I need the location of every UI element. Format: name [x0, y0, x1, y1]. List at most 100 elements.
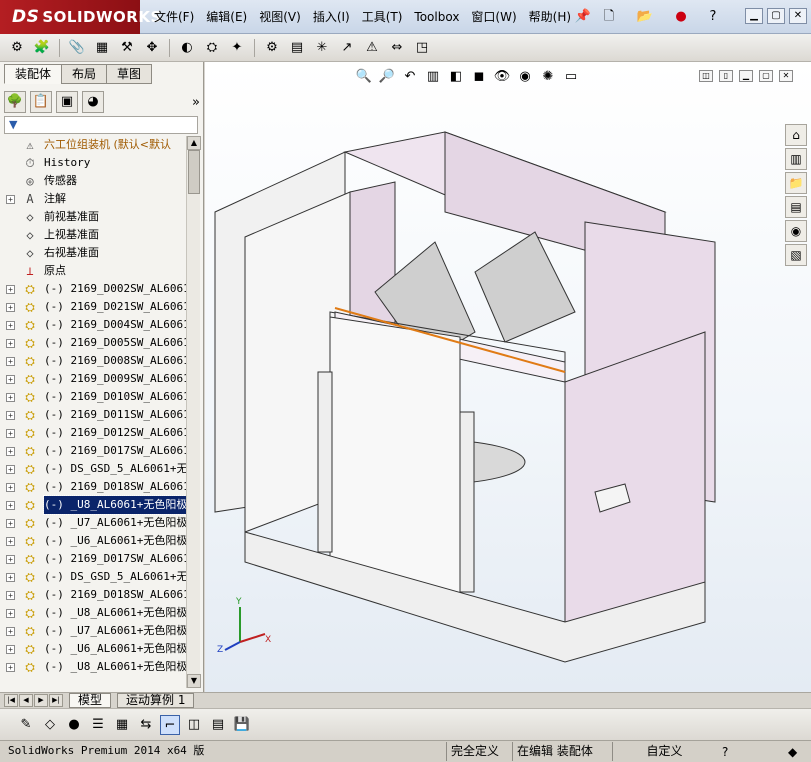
restore-button[interactable]: ▢	[767, 8, 785, 24]
rebuild-traffic-light-icon[interactable]: ●	[672, 8, 690, 26]
expand-icon[interactable]: +	[6, 357, 15, 366]
tree-item[interactable]: + ⛭ (-) 2169_D004SW_AL6061+无	[2, 316, 186, 334]
tree-scrollbar[interactable]: ▲ ▼	[186, 136, 201, 688]
view-palette-icon[interactable]: ▤	[785, 196, 807, 218]
clearance-verification-icon[interactable]: ⇔	[386, 37, 408, 59]
display-manager-icon[interactable]: ◕	[82, 91, 104, 113]
bill-of-materials-icon[interactable]: ▤	[286, 37, 308, 59]
last-tab-icon[interactable]: ▶|	[49, 694, 63, 707]
tree-item[interactable]: + ⛭ (-) 2169_D009SW_AL6061+无	[2, 370, 186, 388]
expand-icon[interactable]: +	[6, 411, 15, 420]
tab-motion-study[interactable]: 运动算例 1	[117, 693, 195, 708]
hatch-icon[interactable]: ▦	[112, 715, 132, 735]
file-explorer-icon[interactable]: 📁	[785, 172, 807, 194]
tree-item[interactable]: + ⛭ (-) 2169_D018SW_AL6061+无	[2, 478, 186, 496]
expand-icon[interactable]: +	[6, 393, 15, 402]
new-document-icon[interactable]: 🗋	[600, 8, 618, 26]
close-button[interactable]: ✕	[789, 8, 807, 24]
expand-icon[interactable]: +	[6, 555, 15, 564]
appearances-icon[interactable]: ◉	[785, 220, 807, 242]
tree-item[interactable]: + ⛭ (-) DS_GSD_5_AL6061+无色	[2, 568, 186, 586]
configuration-manager-icon[interactable]: ▣	[56, 91, 78, 113]
tree-item[interactable]: + ⛭ (-) 2169_D005SW_AL6061+无	[2, 334, 186, 352]
tab-sketch[interactable]: 草图	[106, 64, 153, 84]
expand-icon[interactable]: +	[6, 339, 15, 348]
tree-item[interactable]: ◇ 上视基准面	[2, 226, 186, 244]
expand-icon[interactable]: +	[6, 375, 15, 384]
expand-icon[interactable]: +	[6, 483, 15, 492]
tree-item[interactable]: + ⛭ (-) 2169_D017SW_AL6061+无	[2, 550, 186, 568]
help-status-icon[interactable]: ?	[722, 742, 728, 762]
expand-icon[interactable]: +	[6, 501, 15, 510]
next-tab-icon[interactable]: ▶	[34, 694, 48, 707]
tree-item[interactable]: ◎ 传感器	[2, 172, 186, 190]
graphics-area[interactable]: 🔍 🔎 ↶ ▥ ◧ ◼ 👁 ◉ ✺ ▭ ◫ ▯ ▁ ▢ ✕ Y X Z ⌂ ▥ …	[205, 62, 811, 692]
expand-icon[interactable]: +	[6, 303, 15, 312]
pin-icon[interactable]: 📌	[574, 8, 592, 26]
assembly-features-icon[interactable]: ⛭	[201, 37, 223, 59]
open-folder-icon[interactable]: 📂	[636, 8, 654, 26]
expand-icon[interactable]: +	[6, 627, 15, 636]
expand-icon[interactable]: +	[6, 195, 15, 204]
tree-item[interactable]: + ⛭ (-) _U6_AL6061+无色阳极<	[2, 532, 186, 550]
status-units[interactable]: 自定义	[612, 742, 712, 761]
expand-icon[interactable]: +	[6, 429, 15, 438]
smart-dimension-icon[interactable]: ◇	[40, 715, 60, 735]
tree-item[interactable]: + ⛭ (-) _U7_AL6061+无色阳极<	[2, 514, 186, 532]
exploded-view-icon[interactable]: ✳	[311, 37, 333, 59]
menu-window[interactable]: 窗口(W)	[465, 0, 522, 34]
tree-item[interactable]: + ⛭ (-) _U8_AL6061+无色阳极<	[2, 495, 186, 515]
custom-properties-icon[interactable]: ▧	[785, 244, 807, 266]
solidworks-logo[interactable]: DS SOLIDWORKS	[0, 0, 161, 34]
assembly-model-illustration[interactable]: Y X Z	[205, 62, 811, 692]
edit-component-icon[interactable]: ⚙	[6, 37, 28, 59]
first-tab-icon[interactable]: |◀	[4, 694, 18, 707]
align-icon[interactable]: ⇆	[136, 715, 156, 735]
solidworks-resources-icon[interactable]: ⌂	[785, 124, 807, 146]
menu-toolbox[interactable]: Toolbox	[408, 0, 465, 34]
expand-icon[interactable]: +	[6, 591, 15, 600]
expand-icon[interactable]: +	[6, 537, 15, 546]
tree-item[interactable]: + ⛭ (-) 2169_D021SW_AL6061+无	[2, 298, 186, 316]
tree-item[interactable]: + ⛭ (-) _U7_AL6061+无色阳极<	[2, 622, 186, 640]
expand-icon[interactable]: +	[6, 465, 15, 474]
expand-icon[interactable]: +	[6, 285, 15, 294]
tree-item[interactable]: + ⛭ (-) _U8_AL6061+无色阳极<	[2, 658, 186, 676]
table-icon[interactable]: ▤	[208, 715, 228, 735]
expand-icon[interactable]: +	[6, 447, 15, 456]
design-library-icon[interactable]: ▥	[785, 148, 807, 170]
tree-item[interactable]: + ⛭ (-) 2169_D008SW_AL6061+无	[2, 352, 186, 370]
prev-tab-icon[interactable]: ◀	[19, 694, 33, 707]
menu-file[interactable]: 文件(F)	[148, 0, 200, 34]
tree-item[interactable]: + A 注解	[2, 190, 186, 208]
more-tabs-icon[interactable]: »	[192, 95, 200, 110]
tree-item[interactable]: + ⛭ (-) _U8_AL6061+无色阳极<	[2, 604, 186, 622]
tree-item[interactable]: ⏱ History	[2, 154, 186, 172]
tab-layout[interactable]: 布局	[61, 64, 108, 84]
scroll-down-icon[interactable]: ▼	[187, 674, 201, 688]
new-motion-study-icon[interactable]: ⚙	[261, 37, 283, 59]
tree-item[interactable]: + ⛭ (-) 2169_D018SW_AL6061+无	[2, 586, 186, 604]
property-manager-icon[interactable]: 📋	[30, 91, 52, 113]
rebuild-status-icon[interactable]: ◆	[788, 742, 797, 762]
tree-item[interactable]: + ⛭ (-) 2169_D002SW_AL6061+无	[2, 280, 186, 298]
feature-manager-icon[interactable]: 🌳	[4, 91, 26, 113]
list-icon[interactable]: ☰	[88, 715, 108, 735]
expand-icon[interactable]: +	[6, 573, 15, 582]
sketch-tool-icon[interactable]: ✎	[16, 715, 36, 735]
tree-item[interactable]: + ⛭ (-) 2169_D010SW_AL6061+无	[2, 388, 186, 406]
tree-item[interactable]: + ⛭ (-) 2169_D012SW_AL6061+无	[2, 424, 186, 442]
minimize-button[interactable]: ▁	[745, 8, 763, 24]
tab-model[interactable]: 模型	[69, 693, 112, 708]
save-icon[interactable]: 💾	[232, 715, 252, 735]
expand-icon[interactable]: +	[6, 321, 15, 330]
pattern-icon[interactable]: ▦	[91, 37, 113, 59]
menu-edit[interactable]: 编辑(E)	[200, 0, 253, 34]
mate-icon[interactable]: 📎	[66, 37, 88, 59]
menu-help[interactable]: 帮助(H)	[523, 0, 577, 34]
tree-item[interactable]: + ⛭ (-) 2169_D017SW_AL6061+无	[2, 442, 186, 460]
scroll-up-icon[interactable]: ▲	[187, 136, 201, 150]
menu-insert[interactable]: 插入(I)	[307, 0, 356, 34]
instant3d-icon[interactable]: ◳	[411, 37, 433, 59]
expand-icon[interactable]: +	[6, 609, 15, 618]
